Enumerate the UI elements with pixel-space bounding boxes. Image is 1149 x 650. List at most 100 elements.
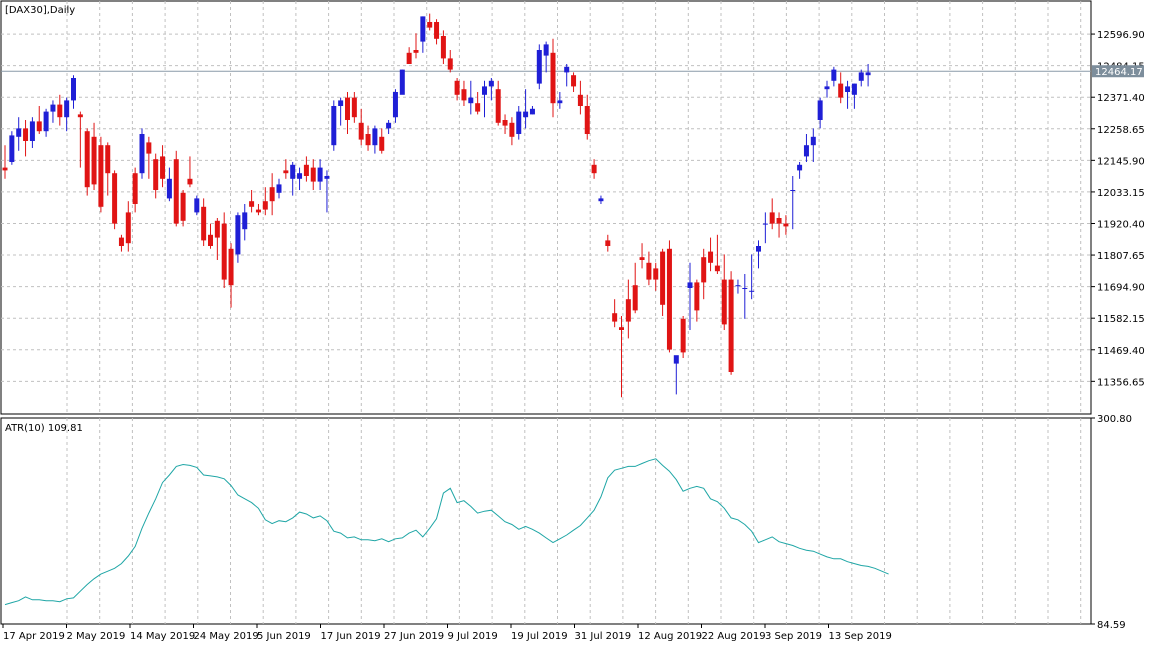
candle-body — [714, 265, 720, 272]
x-tick-label: 17 Apr 2019 — [3, 631, 65, 642]
candle-body — [434, 22, 440, 39]
candle-body — [310, 167, 316, 182]
candle-body — [797, 164, 803, 171]
candle-body — [262, 201, 268, 210]
x-tick-label: 19 Jul 2019 — [511, 631, 568, 642]
candle-body — [653, 268, 659, 280]
candle-body — [708, 251, 714, 263]
candle-body — [529, 108, 535, 115]
candle-body — [105, 145, 111, 174]
y-tick-label: 12258.65 — [1097, 125, 1145, 136]
candle-body — [317, 167, 323, 182]
candle-body — [728, 279, 734, 372]
candle-body — [701, 257, 707, 283]
candle-body — [749, 290, 755, 292]
candle-body — [509, 122, 515, 137]
candle-body — [283, 170, 289, 174]
candle-body — [36, 121, 42, 132]
chart-root: 12596.90 12371.40 12258.65 12145.90 12033.15… — [0, 0, 1149, 646]
candle-body — [221, 223, 227, 280]
candle-body — [543, 44, 549, 56]
candle-body — [180, 192, 186, 221]
y-tick-label: 12033.15 — [1097, 188, 1145, 199]
candle-body — [187, 178, 193, 185]
x-tick-label: 27 Jun 2019 — [384, 631, 444, 642]
x-tick-label: 5 Jun 2019 — [257, 631, 311, 642]
candle-body — [331, 106, 337, 146]
candle-body — [228, 248, 234, 286]
candle-body — [118, 237, 124, 246]
atr-tick-label: 300.80 — [1097, 414, 1132, 425]
y-tick-label: 11469.40 — [1097, 346, 1145, 357]
x-tick-label: 24 May 2019 — [194, 631, 259, 642]
y-tick-label: 11582.15 — [1097, 314, 1145, 325]
candle-body — [9, 135, 15, 162]
y-tick-label: 12371.40 — [1097, 93, 1145, 104]
candle-body — [29, 121, 35, 141]
candle-body — [2, 167, 8, 171]
candle-body — [776, 218, 782, 224]
candle-body — [324, 176, 330, 179]
current-price-label: 12464.17 — [1095, 67, 1143, 78]
candle-body — [23, 128, 29, 141]
candle-body — [208, 234, 213, 246]
candle-body — [454, 80, 460, 95]
candle-body — [666, 248, 672, 350]
candle-body — [803, 145, 809, 157]
candle-body — [865, 72, 871, 76]
candle-body — [756, 246, 761, 252]
candle-body — [536, 50, 542, 84]
candle-body — [680, 318, 686, 353]
candle-body — [345, 97, 350, 120]
candle-body — [625, 299, 631, 322]
candle-body — [571, 75, 577, 87]
candle-body — [447, 58, 453, 70]
y-tick-label: 11920.40 — [1097, 219, 1145, 230]
y-tick-label: 12596.90 — [1097, 30, 1145, 41]
candle-body — [84, 131, 90, 188]
candle-body — [43, 111, 49, 132]
candle-body — [475, 103, 481, 112]
candle-body — [817, 100, 823, 120]
y-tick-label: 11807.65 — [1097, 251, 1145, 262]
chart-canvas: 12596.90 12371.40 12258.65 12145.90 12033.15… — [0, 0, 1145, 642]
candle-body — [694, 282, 700, 311]
candle-body — [214, 220, 220, 238]
candle-body — [379, 136, 385, 151]
candle-body — [290, 164, 296, 179]
candle-body — [612, 313, 618, 322]
candle-body — [201, 206, 207, 241]
candle-body — [406, 52, 412, 64]
candle-body — [660, 251, 666, 305]
atr-tick-label: 84.59 — [1097, 620, 1126, 631]
candle-body — [242, 212, 248, 230]
candle-body — [153, 159, 159, 190]
x-tick-label: 31 Jul 2019 — [575, 631, 632, 642]
candle-body — [824, 86, 830, 90]
candle-body — [372, 128, 378, 146]
candle-body — [125, 212, 131, 244]
candle-body — [146, 142, 152, 154]
candle-body — [255, 209, 261, 213]
x-tick-label: 14 May 2019 — [130, 631, 195, 642]
candle-body — [132, 173, 138, 204]
candle-body — [50, 104, 56, 112]
candle-body — [721, 279, 727, 325]
candle-body — [98, 145, 104, 207]
candle-body — [673, 355, 679, 364]
candle-body — [427, 22, 433, 28]
candle-body — [810, 136, 816, 146]
candle-body — [564, 66, 570, 73]
candle-body — [358, 122, 364, 140]
candle-body — [577, 94, 583, 106]
candle-body — [557, 100, 563, 104]
candle-body — [769, 212, 775, 224]
candle-body — [598, 198, 604, 202]
candle-body — [77, 114, 83, 118]
candle-body — [591, 164, 597, 174]
candle-body — [392, 92, 398, 118]
x-tick-label: 17 Jun 2019 — [321, 631, 381, 642]
candle-body — [269, 187, 275, 202]
candle-body — [420, 16, 426, 42]
candle-body — [297, 173, 303, 179]
